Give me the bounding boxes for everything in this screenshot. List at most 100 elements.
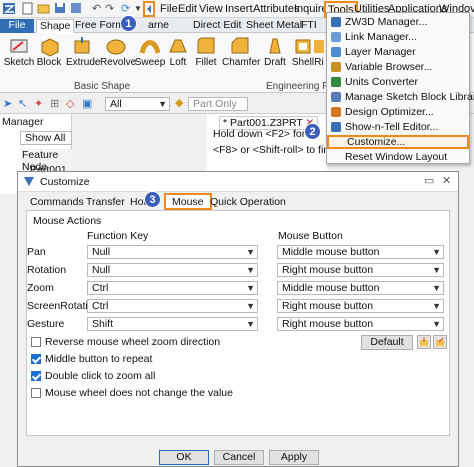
zoom-function-key-select[interactable]: Ctrl ▼ (87, 281, 258, 295)
ok-button[interactable]: OK (159, 450, 209, 465)
ribbon-tab-fti[interactable]: FTI (298, 19, 320, 33)
screen-rotation-mouse-button-select[interactable]: Right mouse button ▼ (277, 299, 444, 313)
tab-transfer[interactable]: Transfer (86, 196, 125, 210)
menu-reset-window-layout[interactable]: Reset Window Layout (327, 150, 469, 164)
callout-1: 1 (120, 15, 137, 32)
import-icon[interactable] (417, 335, 431, 349)
sketch-button[interactable]: Sketch (3, 35, 35, 68)
section-mouse-actions: Mouse Actions (33, 215, 102, 227)
ribbon-tab-shape[interactable]: Shape (36, 19, 75, 33)
redo-icon[interactable]: ↷ (105, 2, 114, 15)
tab-commands[interactable]: Commands (30, 196, 84, 210)
ribbon-tab-file[interactable]: File (0, 19, 34, 33)
hint-line-2: <F8> or <Shift-roll> to find (213, 144, 335, 156)
save-icon[interactable] (54, 2, 66, 15)
open-folder-icon[interactable] (37, 2, 50, 15)
new-file-icon[interactable] (22, 2, 33, 15)
menu-edit[interactable]: Edit (178, 3, 197, 15)
menu-design-optimizer[interactable]: Design Optimizer... (327, 105, 469, 119)
ribbon-tab-direct-edit[interactable]: Direct Edit (190, 19, 244, 33)
pan-mouse-button-select[interactable]: Middle mouse button ▼ (277, 245, 444, 259)
revolve-icon (106, 39, 126, 55)
extrude-button[interactable]: Extrude (66, 35, 100, 68)
gesture-mouse-button-select[interactable]: Right mouse button ▼ (277, 317, 444, 331)
rotation-function-key-select[interactable]: Null ▼ (87, 263, 258, 277)
menu-show-n-tell-editor[interactable]: Show-n-Tell Editor... (327, 120, 469, 134)
callout-2: 2 (304, 123, 321, 140)
export-icon[interactable] (433, 335, 447, 349)
ribbon-collapse-button[interactable] (143, 1, 155, 17)
row-label-zoom: Zoom (27, 282, 54, 294)
menu-units-converter[interactable]: Units Converter (327, 75, 469, 89)
fillet-button[interactable]: Fillet (190, 35, 222, 68)
gesture-function-key-select[interactable]: Shift ▼ (87, 317, 258, 331)
menu-customize[interactable]: Customize... (327, 135, 469, 149)
callout-3: 3 (144, 191, 161, 208)
part-icon: ◆ (175, 97, 184, 109)
pick-filter-icon[interactable]: ➤ (3, 97, 12, 110)
ribbon-tab-free-form[interactable]: Free Form (72, 19, 127, 33)
reverse-wheel-checkbox[interactable] (31, 337, 41, 347)
save-as-icon[interactable] (70, 2, 82, 15)
close-icon[interactable]: ✕ (442, 174, 451, 187)
reverse-wheel-label: Reverse mouse wheel zoom direction (45, 336, 221, 348)
filter-dropdown[interactable]: All ▼ (105, 97, 170, 111)
tab-quick-operation[interactable]: Quick Operation (210, 196, 286, 210)
tab-mouse[interactable]: Mouse (164, 193, 212, 210)
refresh-icon[interactable]: ⟳ (121, 2, 130, 15)
cancel-button[interactable]: Cancel (214, 450, 264, 465)
chamfer-icon (231, 37, 249, 54)
undo-icon[interactable]: ↶ (92, 2, 101, 15)
select-icon[interactable]: ↖ (18, 97, 27, 110)
rib-icon (314, 40, 324, 53)
menu-manage-sketch-block-library[interactable]: Manage Sketch Block Library (327, 90, 474, 104)
wheel-no-change-label: Mouse wheel does not change the value (45, 387, 233, 399)
pan-function-key-select[interactable]: Null ▼ (87, 245, 258, 259)
menu-view[interactable]: View (199, 3, 223, 15)
rotation-mouse-button-select[interactable]: Right mouse button ▼ (277, 263, 444, 277)
menu-attributes[interactable]: Attributes (253, 3, 299, 15)
rib-button[interactable]: Ri (312, 35, 326, 68)
vertex-icon[interactable]: ◇ (66, 97, 74, 110)
ribbon-tab-wireframe[interactable]: arne (145, 19, 172, 33)
hint-line-1: Hold down <F2> for d (213, 128, 314, 140)
sketch-icon (10, 39, 28, 53)
customize-logo-icon (23, 175, 35, 190)
menu-inquire[interactable]: Inquire (294, 3, 328, 15)
zoom-mouse-button-select[interactable]: Middle mouse button ▼ (277, 281, 444, 295)
block-icon (41, 38, 59, 57)
chamfer-button[interactable]: Chamfer (222, 35, 260, 68)
part-only-dropdown[interactable]: Part Only (188, 97, 248, 111)
menu-zw3d-manager[interactable]: ZW3D Manager... (327, 15, 469, 29)
screen-rotation-function-key-select[interactable]: Ctrl ▼ (87, 299, 258, 313)
double-click-zoom-label: Double click to zoom all (45, 370, 156, 382)
manager-title: Manager (2, 116, 44, 128)
menu-layer-manager[interactable]: Layer Manager (327, 45, 469, 59)
block-button[interactable]: Block (33, 35, 65, 68)
extrude-icon (74, 37, 90, 54)
grid-icon[interactable]: ⊞ (50, 97, 59, 110)
middle-button-repeat-checkbox[interactable] (31, 354, 41, 364)
row-label-gesture: Gesture (27, 318, 65, 330)
ribbon-tab-sheet-metal[interactable]: Sheet Metal (243, 19, 305, 33)
restore-icon[interactable]: ▭ (424, 174, 434, 187)
row-label-pan: Pan (27, 246, 46, 258)
mouse-tab-body: Mouse Actions Function Key Mouse Button … (26, 210, 450, 436)
col-mouse-button: Mouse Button (278, 230, 343, 242)
menu-file[interactable]: File (160, 3, 178, 15)
wheel-no-change-checkbox[interactable] (31, 388, 41, 398)
face-icon[interactable]: ▣ (82, 97, 92, 110)
point-snap-icon[interactable]: ✦ (34, 97, 43, 110)
revolve-button[interactable]: Revolve (100, 35, 136, 68)
double-click-zoom-checkbox[interactable] (31, 371, 41, 381)
manager-filter-dropdown[interactable]: Show All (20, 131, 72, 145)
zw3d-logo-icon[interactable] (2, 2, 16, 15)
apply-button[interactable]: Apply (269, 450, 319, 465)
menu-insert[interactable]: Insert (225, 3, 253, 15)
middle-button-repeat-label: Middle button to repeat (45, 353, 153, 365)
default-button[interactable]: Default (361, 335, 413, 350)
tools-menu: ZW3D Manager... Link Manager... Layer Ma… (326, 12, 474, 164)
customize-quick-access-icon[interactable]: ▼ (134, 4, 142, 17)
menu-variable-browser[interactable]: Variable Browser... (327, 60, 469, 74)
menu-link-manager[interactable]: Link Manager... (327, 30, 469, 44)
